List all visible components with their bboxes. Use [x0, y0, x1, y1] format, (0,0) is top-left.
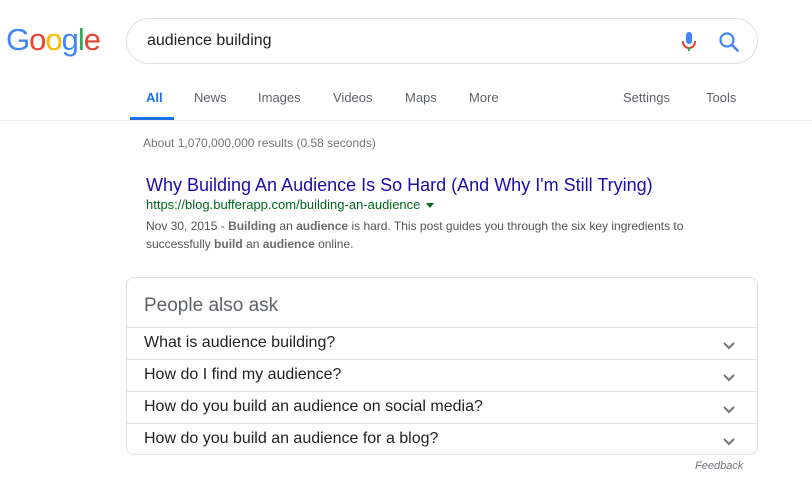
tab-news[interactable]: News — [194, 90, 227, 105]
paa-question-text: How do you build an audience on social m… — [144, 398, 483, 415]
snippet-text: an — [242, 237, 263, 251]
paa-question[interactable]: How do you build an audience for a blog? — [127, 423, 757, 455]
search-result: Why Building An Audience Is So Hard (And… — [146, 174, 766, 253]
result-url: https://blog.bufferapp.com/building-an-a… — [146, 197, 421, 212]
people-also-ask-box: People also ask What is audience buildin… — [126, 277, 758, 455]
tab-settings[interactable]: Settings — [623, 90, 670, 105]
url-options-caret-icon[interactable] — [426, 203, 435, 209]
snippet-text: an — [276, 219, 297, 233]
result-stats: About 1,070,000,000 results (0.58 second… — [143, 136, 376, 150]
snippet-keyword: audience — [296, 219, 349, 233]
chevron-down-icon — [723, 374, 735, 382]
chevron-down-icon — [723, 342, 735, 350]
logo-letter: o — [45, 22, 62, 57]
people-also-ask-title: People also ask — [144, 295, 279, 316]
paa-question[interactable]: How do you build an audience on social m… — [127, 391, 757, 423]
search-tabs: All News Images Videos Maps More Setting… — [0, 78, 812, 121]
paa-question-text: What is audience building? — [144, 334, 336, 351]
feedback-link[interactable]: Feedback — [695, 460, 743, 472]
snippet-keyword: Building — [228, 219, 277, 233]
paa-question-text: How do I find my audience? — [144, 366, 342, 383]
snippet-text: online. — [314, 237, 354, 251]
result-url-row: https://blog.bufferapp.com/building-an-a… — [146, 197, 766, 213]
tab-maps[interactable]: Maps — [405, 90, 437, 105]
search-input[interactable]: audience building — [147, 32, 272, 50]
chevron-down-icon — [723, 406, 735, 414]
search-box[interactable]: audience building — [126, 18, 758, 64]
logo-letter: o — [29, 22, 46, 57]
logo-letter: e — [83, 22, 101, 57]
logo-letter: g — [61, 22, 79, 57]
snippet-keyword: build — [214, 237, 243, 251]
tab-all[interactable]: All — [146, 90, 163, 105]
paa-question-text: How do you build an audience for a blog? — [144, 430, 439, 447]
chevron-down-icon — [723, 438, 735, 446]
mic-icon[interactable] — [679, 31, 699, 53]
logo-letter: G — [6, 22, 30, 57]
paa-question[interactable]: What is audience building? — [127, 327, 757, 359]
tab-videos[interactable]: Videos — [333, 90, 373, 105]
google-logo[interactable]: Google — [6, 22, 101, 57]
search-icon[interactable] — [718, 31, 740, 53]
snippet-date: Nov 30, 2015 - — [146, 219, 229, 233]
tab-images[interactable]: Images — [258, 90, 301, 105]
search-results-page: Google audience building All News Images… — [0, 0, 812, 489]
snippet-keyword: audience — [262, 237, 315, 251]
result-snippet: Nov 30, 2015 - Building an audience is h… — [146, 217, 736, 253]
result-title-link[interactable]: Why Building An Audience Is So Hard (And… — [146, 174, 766, 196]
paa-question[interactable]: How do I find my audience? — [127, 359, 757, 391]
tab-more[interactable]: More — [469, 90, 499, 105]
tab-tools[interactable]: Tools — [706, 90, 736, 105]
active-tab-indicator — [130, 117, 174, 120]
